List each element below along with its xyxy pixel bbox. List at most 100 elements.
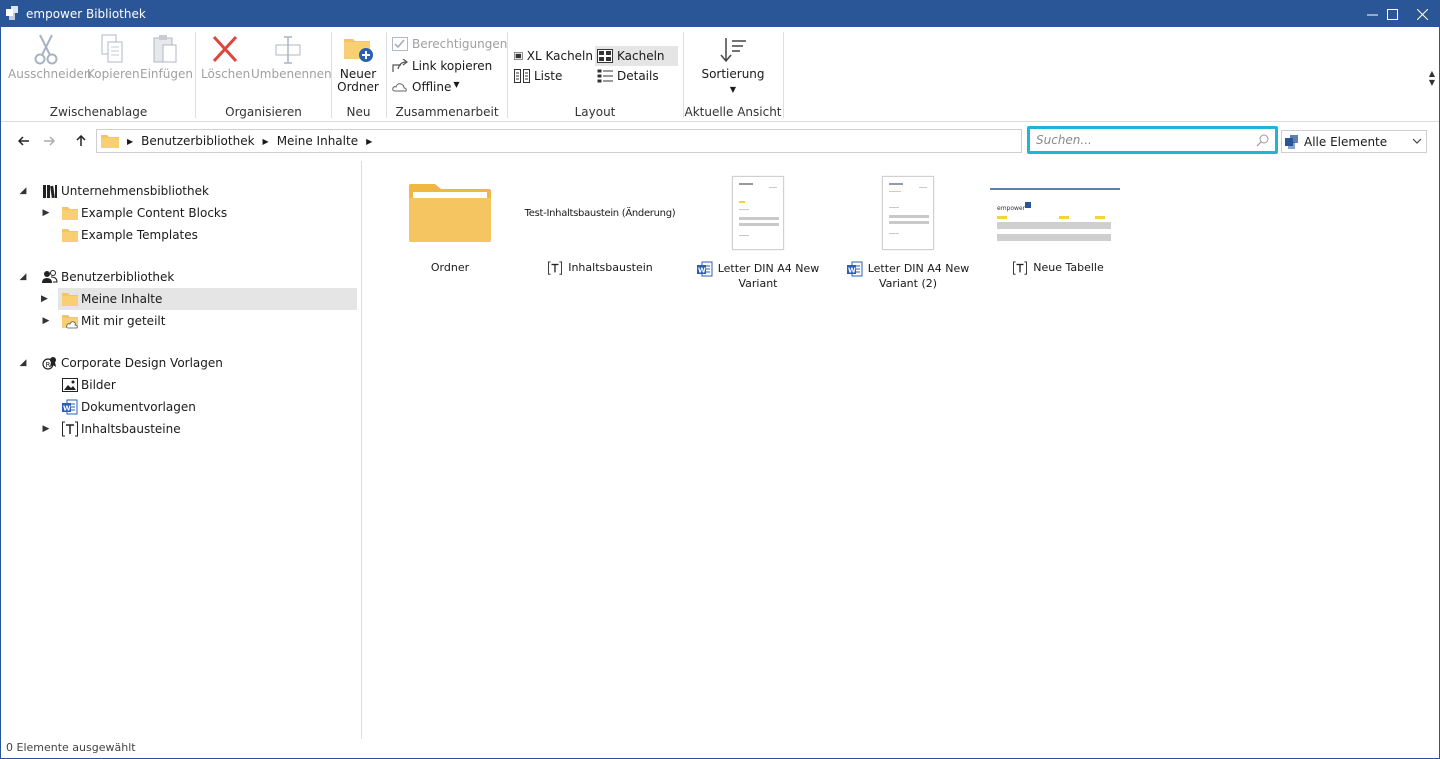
permissions-button[interactable]: Berechtigungen [392,37,507,51]
paste-button[interactable]: Einfügen [140,33,193,81]
copy-icon [101,34,123,63]
expand-triangle-icon[interactable]: ▶ [41,316,51,326]
tile-label: Neue Tabelle [1033,261,1104,274]
word-doc-icon: W [846,261,863,277]
rename-icon [275,36,301,64]
tile-table[interactable]: empower Neue Tabelle [988,173,1128,283]
tree-item-user-library[interactable]: ◢ Benutzerbibliothek [1,266,362,288]
tree-item-company-library[interactable]: ◢ Unternehmensbibliothek [1,180,362,202]
breadcrumb-item-my-content[interactable]: Meine Inhalte [277,134,358,148]
layout-list[interactable]: Liste [512,69,562,83]
share-icon [392,59,408,72]
filter-dropdown[interactable]: Alle Elemente [1281,130,1427,153]
document-preview [882,176,934,250]
tile-folder[interactable]: Ordner [380,173,520,283]
word-doc-icon: W [696,261,713,277]
details-icon [597,69,613,83]
new-folder-button[interactable]: Neuer Ordner [335,33,381,94]
tree-item-my-content[interactable]: Meine Inhalte [58,288,357,310]
group-label-organize: Organisieren [225,105,302,119]
window-title: empower Bibliothek [26,7,146,21]
delete-x-icon [212,35,238,63]
layout-details[interactable]: Details [597,69,659,83]
dropdown-caret-icon: ▼ [453,79,460,89]
scissors-icon [34,34,58,65]
tree-item-shared-with-me[interactable]: ▶ Mit mir geteilt [1,310,362,332]
ribbon-collapse-icon[interactable]: ▲ ▼ [1429,69,1435,87]
status-bar: 0 Elemente ausgewählt [1,739,1439,758]
copy-button[interactable]: Kopieren [87,33,140,81]
new-folder-label-1: Neuer [339,67,377,81]
sort-button[interactable]: Sortierung ▼ [701,35,765,96]
forward-button[interactable] [39,131,59,151]
collapse-triangle-icon[interactable]: ◢ [18,358,28,368]
expand-triangle-icon[interactable]: ▶ [41,424,51,434]
svg-text:R: R [46,361,51,369]
navigation-tree: ◢ Unternehmensbibliothek ▶ Example Conte… [1,161,362,739]
title-bar: empower Bibliothek [1,1,1439,27]
svg-text:W: W [698,267,706,275]
close-button[interactable] [1404,1,1440,27]
dropdown-caret-icon: ▼ [729,85,737,94]
copy-link-button[interactable]: Link kopieren [392,59,492,73]
tree-label: Dokumentvorlagen [81,400,196,414]
tree-label: Mit mir geteilt [81,314,166,328]
breadcrumb[interactable]: ▶ Benutzerbibliothek ▶ Meine Inhalte ▶ [96,129,1022,153]
tree-item-cd-templates[interactable]: ◢ R Corporate Design Vorlagen [1,352,362,374]
content-area: Ordner Test-Inhaltsbaustein (Änderung) I… [363,161,1439,739]
offline-label: Offline [412,80,452,94]
chevron-down-icon [1412,138,1422,144]
tile-caption: Ordner [380,261,520,275]
clipboard-icon [153,35,177,63]
tile-label: Letter DIN A4 New Variant [717,262,820,290]
status-text: 0 Elemente ausgewählt [6,741,136,754]
svg-text:W: W [848,267,856,275]
tree-label: Example Content Blocks [81,206,228,220]
up-button[interactable] [71,131,91,151]
tile-label: Inhaltsbaustein [568,261,653,274]
breadcrumb-separator-icon: ▶ [127,136,134,146]
breadcrumb-item-user-library[interactable]: Benutzerbibliothek [141,134,254,148]
ribbon-separator [783,32,784,118]
xl-tiles-label: XL Kacheln [526,49,593,63]
image-icon [62,378,78,392]
text-block-icon [62,421,78,437]
layout-tiles[interactable]: Kacheln [595,46,678,66]
collapse-triangle-icon[interactable]: ◢ [18,186,28,196]
list-label: Liste [534,69,563,83]
expand-triangle-icon[interactable]: ▶ [41,294,51,304]
offline-dropdown[interactable]: Offline ▼ [392,80,460,94]
folder-icon [62,207,78,220]
table-preview: empower [990,188,1120,241]
sort-icon [720,38,746,63]
search-input[interactable]: Suchen... [1027,126,1278,154]
word-doc-icon: W [62,399,78,415]
collapse-triangle-icon[interactable]: ◢ [18,272,28,282]
search-icon [1256,134,1269,147]
tile-label: Letter DIN A4 New Variant (2) [867,262,970,290]
tile-word-document[interactable]: W Letter DIN A4 New Variant (2) [838,173,978,293]
tree-item-images[interactable]: Bilder [1,374,362,396]
tile-thumbnail [688,173,828,253]
cloud-icon [392,83,407,92]
tree-item-example-content-blocks[interactable]: ▶ Example Content Blocks [1,202,362,224]
rename-button[interactable]: Umbenennen [251,33,332,81]
group-label-collab: Zusammenarbeit [395,105,499,119]
tile-preview-text: Test-Inhaltsbaustein (Änderung) [524,207,676,219]
delete-button[interactable]: Löschen [201,33,250,81]
group-label-clipboard: Zwischenablage [49,105,148,119]
tile-word-document[interactable]: W Letter DIN A4 New Variant [688,173,828,293]
folder-icon [62,293,78,306]
arrow-right-icon [44,136,55,146]
back-button[interactable] [14,131,34,151]
tile-thumbnail: empower [988,173,1128,253]
tile-content-block[interactable]: Test-Inhaltsbaustein (Änderung) Inhaltsb… [525,173,676,283]
tree-item-content-blocks[interactable]: ▶ Inhaltsbausteine [1,418,362,440]
arrow-left-icon [18,136,29,146]
breadcrumb-separator-icon: ▶ [366,136,373,146]
tree-item-document-templates[interactable]: W Dokumentvorlagen [1,396,362,418]
cut-button[interactable]: Ausschneiden [8,33,91,81]
layout-xl-tiles[interactable]: XL Kacheln [512,46,593,66]
tree-item-example-templates[interactable]: Example Templates [1,224,362,246]
expand-triangle-icon[interactable]: ▶ [41,208,51,218]
